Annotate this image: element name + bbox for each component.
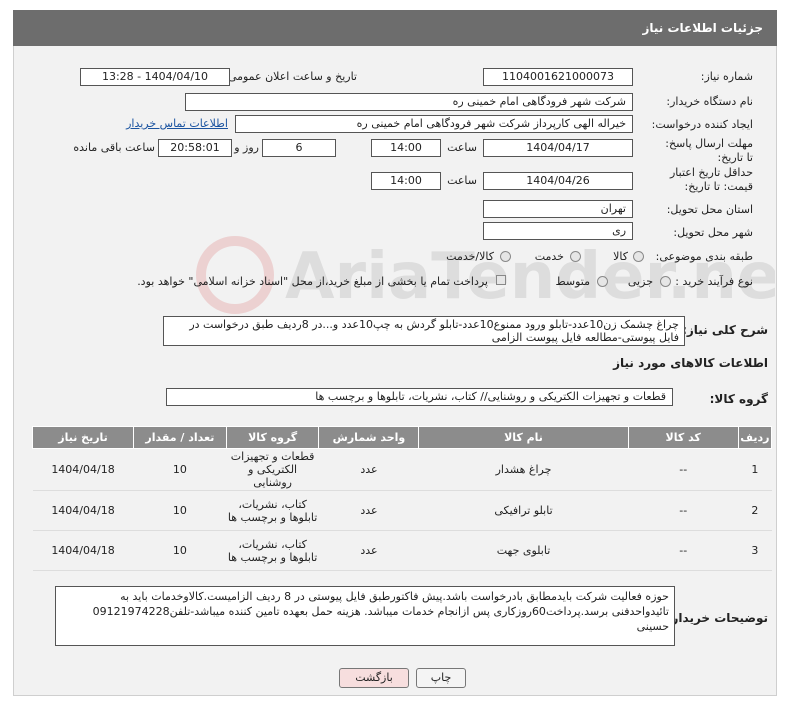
description-label: شرح کلی نیاز:: [682, 323, 768, 337]
price-validity-label: حداقل تاریخ اعتبار قیمت: تا تاریخ:: [669, 166, 753, 193]
table-cell: 1404/04/18: [32, 530, 134, 571]
category-option-goods-service: کالا/خدمت: [446, 250, 494, 263]
table-row: 1 -- چراغ هشدار عدد قطعات و تجهیزات الکت…: [32, 448, 772, 491]
treasury-payment-note: پرداخت تمام یا بخشی از مبلغ خرید،از محل …: [137, 275, 488, 288]
table-header-cell: ردیف: [737, 426, 773, 449]
table-row: 3 -- تابلوی جهت عدد کتاب، نشریات، تابلوه…: [32, 530, 772, 571]
table-cell: 1: [738, 448, 772, 491]
announce-label: تاریخ و ساعت اعلان عمومی:: [224, 70, 357, 83]
table-cell: قطعات و تجهیزات الکتریکی و روشنایی: [226, 448, 319, 491]
contact-info-link[interactable]: اطلاعات تماس خریدار: [126, 117, 228, 130]
table-cell: --: [628, 448, 739, 491]
table-cell: --: [628, 530, 739, 571]
table-cell: --: [628, 490, 739, 531]
days-label: روز و: [234, 141, 259, 154]
table-header-cell: تعداد / مقدار: [133, 426, 227, 449]
table-header-row: ردیف کد کالا نام کالا واحد شمارش گروه کا…: [31, 426, 773, 449]
table-cell: 3: [738, 530, 772, 571]
table-cell: 10: [133, 530, 227, 571]
city-field: ری: [483, 222, 633, 240]
days-field: 6: [262, 139, 336, 157]
table-cell: عدد: [318, 448, 419, 491]
remaining-label: ساعت باقی مانده: [73, 141, 155, 154]
process-radio-minor[interactable]: [660, 276, 671, 287]
table-header-cell: نام کالا: [418, 426, 629, 449]
table-header-cell: واحد شمارش: [318, 426, 420, 449]
table-cell: 2: [738, 490, 772, 531]
goods-group-label: گروه کالا:: [709, 392, 768, 406]
table-cell: عدد: [318, 530, 419, 571]
process-radio-medium[interactable]: [597, 276, 608, 287]
table-cell: 10: [133, 448, 227, 491]
goods-section-title: اطلاعات کالاهای مورد نیاز: [613, 356, 768, 370]
table-cell: تابلوی جهت: [418, 530, 629, 571]
table-header-cell: گروه کالا: [225, 426, 320, 449]
announce-field: 1404/04/10 - 13:28: [80, 68, 230, 86]
goods-group-field: قطعات و تجهیزات الکتریکی و روشنایی// کتا…: [166, 388, 673, 406]
remaining-time-field: 20:58:01: [158, 139, 232, 157]
price-time-label: ساعت: [447, 174, 477, 187]
requester-field: خیراله الهی کارپرداز شرکت شهر فرودگاهی ا…: [235, 115, 633, 133]
category-radio-goods[interactable]: [633, 251, 644, 262]
process-label: نوع فرآیند خرید :: [675, 275, 753, 288]
table-header-cell: کد کالا: [627, 426, 739, 449]
table-header-cell: تاریخ نیاز: [31, 426, 135, 449]
reply-time-field: 14:00: [371, 139, 441, 157]
requester-label: ایجاد کننده درخواست:: [651, 118, 753, 131]
process-option-medium: متوسط: [555, 275, 590, 288]
buyer-notes-label: توضیحات خریدار:: [666, 611, 768, 625]
table-cell: 1404/04/18: [32, 490, 134, 531]
reply-deadline-label: مهلت ارسال پاسخ: تا تاریخ:: [665, 137, 753, 164]
back-button[interactable]: بازگشت: [339, 668, 409, 688]
print-button[interactable]: چاپ: [416, 668, 466, 688]
process-option-minor: جزیی: [627, 275, 653, 288]
category-label: طبقه بندی موضوعی:: [655, 250, 753, 263]
reply-date-field: 1404/04/17: [483, 139, 633, 157]
table-cell: 10: [133, 490, 227, 531]
table-cell: تابلو ترافیکی: [418, 490, 629, 531]
province-label: استان محل تحویل:: [666, 203, 753, 216]
goods-table: ردیف کد کالا نام کالا واحد شمارش گروه کا…: [31, 426, 773, 571]
table-cell: چراغ هشدار: [418, 448, 629, 491]
reply-time-label: ساعت: [447, 141, 477, 154]
table-row: 2 -- تابلو ترافیکی عدد کتاب، نشریات، تاب…: [32, 490, 772, 531]
table-cell: 1404/04/18: [32, 448, 134, 491]
category-option-service: خدمت: [534, 250, 564, 263]
price-time-field: 14:00: [371, 172, 441, 190]
table-cell: کتاب، نشریات، تابلوها و برچسب ها: [226, 530, 319, 571]
province-field: تهران: [483, 200, 633, 218]
buyer-org-field: شرکت شهر فرودگاهی امام خمینی ره: [185, 93, 633, 111]
page-header: جزئیات اطلاعات نیاز: [13, 10, 777, 46]
category-radio-service[interactable]: [570, 251, 581, 262]
page-title: جزئیات اطلاعات نیاز: [642, 21, 763, 35]
buyer-notes-field: حوزه فعالیت شرکت بایدمطابق بادرخواست باش…: [55, 586, 675, 646]
need-number-label: شماره نیاز:: [700, 70, 753, 83]
city-label: شهر محل تحویل:: [673, 226, 753, 239]
buyer-org-label: نام دستگاه خریدار:: [666, 95, 753, 108]
category-radio-goods-service[interactable]: [500, 251, 511, 262]
table-cell: عدد: [318, 490, 419, 531]
description-field: چراغ چشمک زن10عدد-تابلو ورود ممنوع10عدد-…: [163, 316, 685, 346]
need-number-field: 1104001621000073: [483, 68, 633, 86]
treasury-payment-checkbox[interactable]: [496, 275, 506, 285]
table-cell: کتاب، نشریات، تابلوها و برچسب ها: [226, 490, 319, 531]
category-option-goods: کالا: [613, 250, 628, 263]
price-date-field: 1404/04/26: [483, 172, 633, 190]
